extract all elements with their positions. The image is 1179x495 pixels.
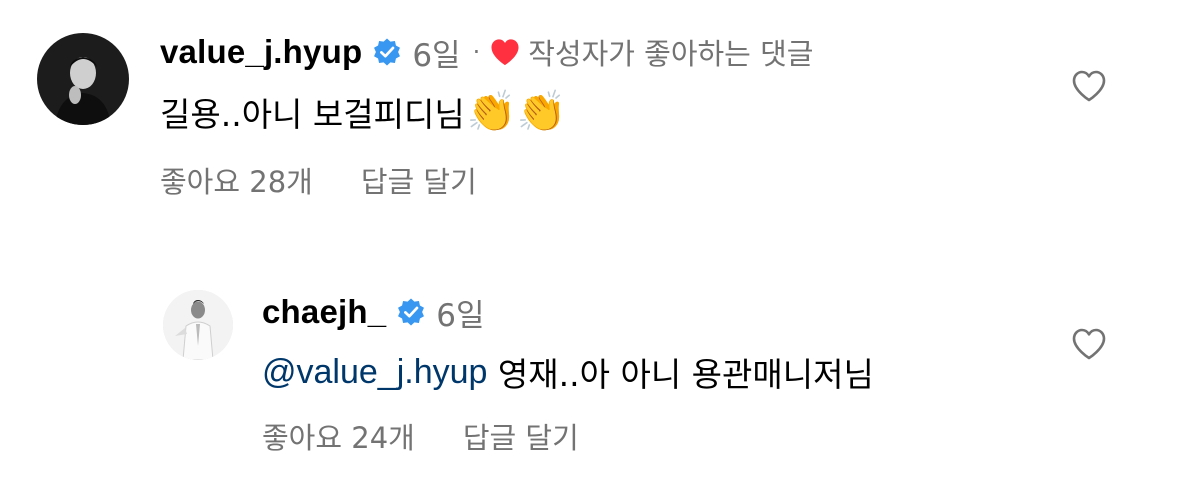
reply-button[interactable]: 답글 달기 — [361, 159, 477, 201]
username[interactable]: chaejh_ — [262, 293, 386, 331]
username[interactable]: value_j.hyup — [160, 33, 362, 71]
mention-link[interactable]: @value_j.hyup — [262, 353, 487, 392]
reply-item: chaejh_ 6일 @value_j.hyup 영재..아 아니 용관매니저님… — [0, 270, 1179, 495]
comment-header: chaejh_ 6일 — [262, 290, 485, 334]
reply-button[interactable]: 답글 달기 — [463, 415, 579, 457]
heart-outline-icon[interactable] — [1071, 327, 1107, 361]
comment-header: value_j.hyup 6일 · 작성자가 좋아하는 댓글 — [160, 30, 813, 74]
comment-body: 영재..아 아니 용관매니저님 — [487, 355, 874, 394]
avatar[interactable] — [163, 290, 233, 360]
separator-dot: · — [472, 38, 481, 66]
comment-item: value_j.hyup 6일 · 작성자가 좋아하는 댓글 길용..아니 보걸… — [0, 0, 1179, 230]
avatar[interactable] — [37, 33, 129, 125]
timestamp[interactable]: 6일 — [436, 290, 484, 335]
verified-badge-icon — [396, 297, 426, 327]
profile-photo-icon — [163, 290, 233, 360]
comment-actions: 좋아요 24개 답글 달기 — [262, 416, 579, 456]
comment-actions: 좋아요 28개 답글 달기 — [160, 160, 477, 200]
author-liked-label: 작성자가 좋아하는 댓글 — [528, 37, 814, 71]
comment-text: @value_j.hyup 영재..아 아니 용관매니저님 — [262, 346, 874, 398]
comment-body: 길용..아니 보걸피디님 — [160, 95, 465, 134]
heart-outline-icon[interactable] — [1071, 69, 1107, 103]
verified-badge-icon — [372, 37, 402, 67]
comment-text: 길용..아니 보걸피디님 👏👏 — [160, 86, 566, 138]
likes-count[interactable]: 좋아요 24개 — [262, 415, 415, 457]
clapping-hands-emoji: 👏👏 — [466, 89, 567, 135]
profile-photo-icon — [37, 33, 129, 125]
timestamp[interactable]: 6일 — [412, 30, 460, 75]
likes-count[interactable]: 좋아요 28개 — [160, 159, 313, 201]
red-heart-icon — [490, 38, 520, 66]
